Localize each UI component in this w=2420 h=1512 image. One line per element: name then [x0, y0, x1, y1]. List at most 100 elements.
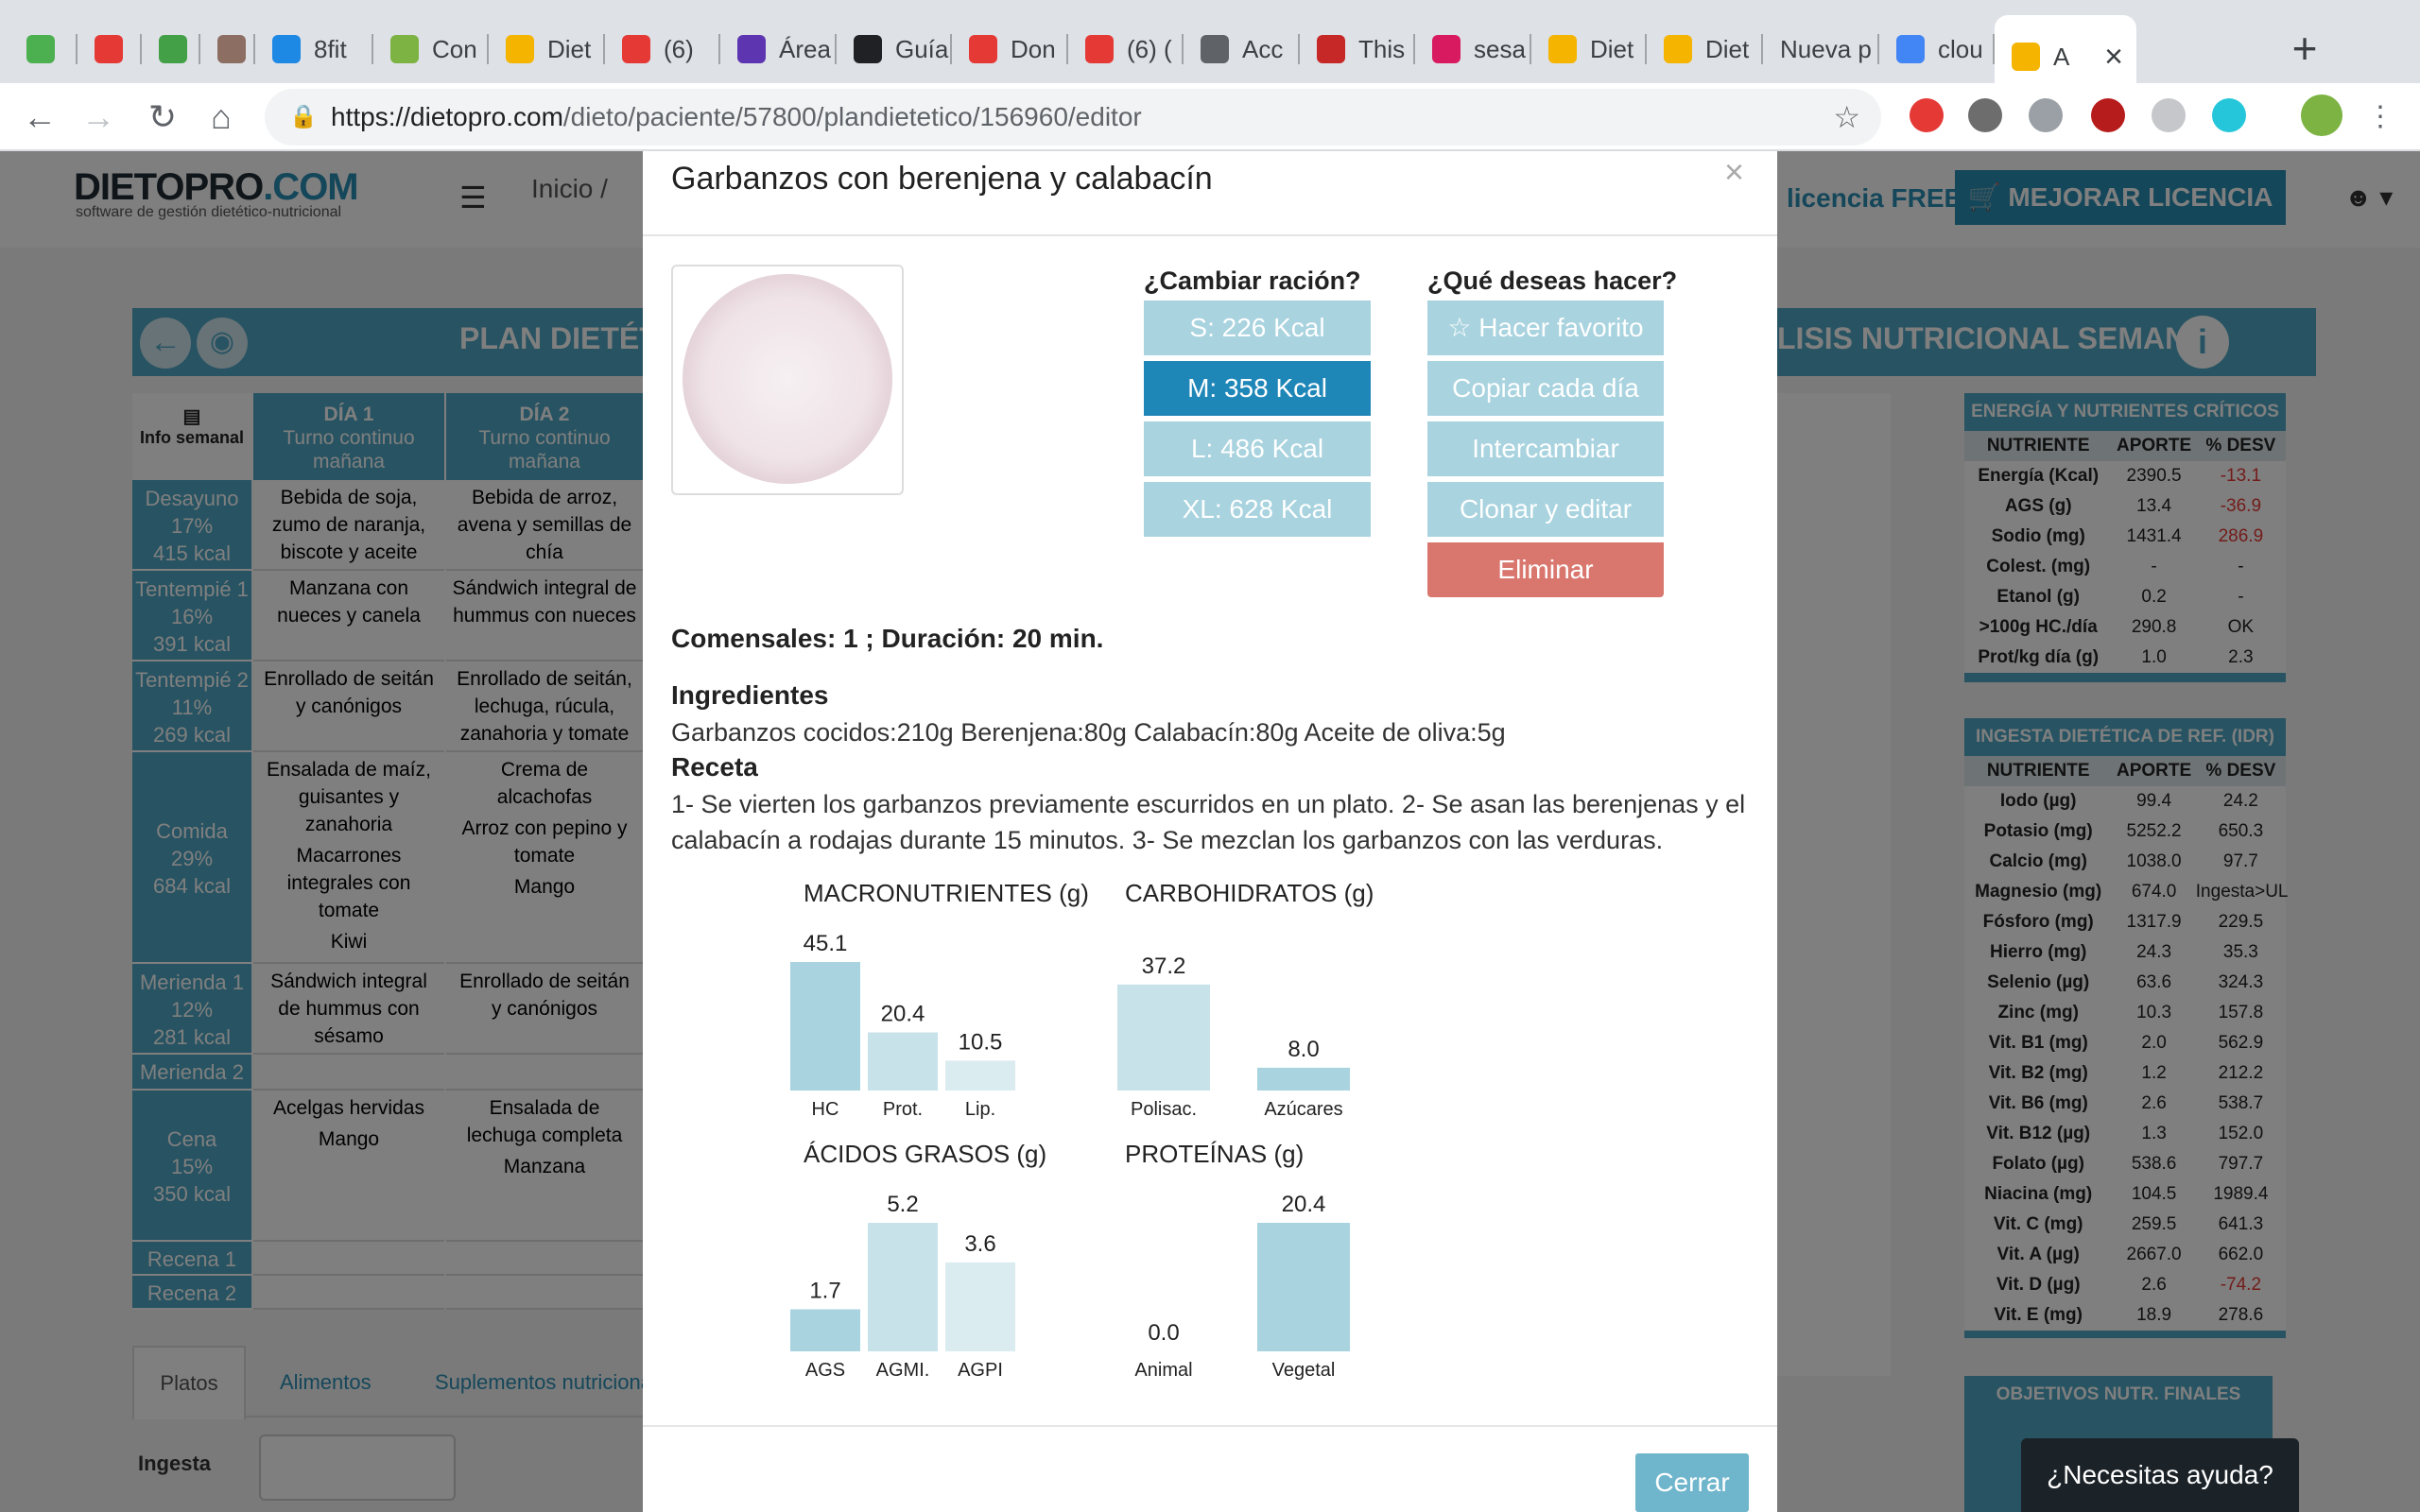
swap-button[interactable]: Intercambiar [1427, 421, 1664, 476]
portion-heading: ¿Cambiar ración? [1144, 266, 1361, 295]
browser-tab[interactable]: Con [373, 17, 489, 81]
star-icon: ☆ [1447, 313, 1479, 342]
extension-icon[interactable] [1910, 98, 1944, 132]
bookmark-star-icon[interactable]: ☆ [1833, 89, 1860, 146]
tab-favicon-icon [1548, 35, 1577, 63]
tab-title: Diet [547, 34, 592, 63]
tab-favicon-icon [622, 35, 650, 63]
browser-tab[interactable]: Área [720, 17, 837, 81]
dish-plate-image [683, 274, 892, 484]
copy-each-day-button[interactable]: Copiar cada día [1427, 361, 1664, 416]
tab-title: (6) [664, 34, 694, 63]
extension-icon[interactable] [2091, 98, 2125, 132]
extension-icon[interactable] [2212, 98, 2246, 132]
browser-tab[interactable] [9, 17, 78, 81]
profile-avatar[interactable] [2301, 94, 2342, 136]
modal-title: Garbanzos con berenjena y calabacín [671, 161, 1213, 197]
browser-tab[interactable]: Don [952, 17, 1068, 81]
delete-button[interactable]: Eliminar [1427, 542, 1664, 597]
tab-title: Con [432, 34, 477, 63]
ingredients-heading: Ingredientes [671, 680, 829, 710]
chart-title: CARBOHIDRATOS (g) [1125, 879, 1374, 907]
tab-favicon-icon [95, 35, 123, 63]
servings-duration: Comensales: 1 ; Duración: 20 min. [671, 624, 1104, 653]
tab-favicon-icon [159, 35, 187, 63]
tab-title: A [2053, 42, 2070, 71]
browser-tab[interactable]: Diet [1647, 17, 1763, 81]
browser-tab[interactable]: Acc [1184, 17, 1300, 81]
close-tab-icon[interactable]: × [2104, 39, 2123, 76]
tab-title: Acc [1242, 34, 1284, 63]
tab-title: sesa [1474, 34, 1526, 63]
browser-tab[interactable]: Nueva p [1763, 17, 1879, 81]
browser-tab[interactable]: (6) [605, 17, 720, 81]
tab-favicon-icon [26, 35, 55, 63]
tab-title: clou [1938, 34, 1983, 63]
tab-favicon-icon [1317, 35, 1345, 63]
tab-title: 8fit [314, 34, 347, 63]
tab-favicon-icon [272, 35, 301, 63]
forward-icon[interactable]: → [76, 94, 121, 140]
extension-icon[interactable] [2152, 98, 2186, 132]
tab-favicon-icon [854, 35, 882, 63]
close-button[interactable]: Cerrar [1635, 1453, 1749, 1512]
recipe-heading: Receta [671, 752, 758, 782]
home-icon[interactable]: ⌂ [199, 94, 244, 140]
recipe-text: 1- Se vierten los garbanzos previamente … [671, 790, 1746, 854]
url-host: https://dietopro.com [331, 102, 563, 131]
browser-tab[interactable]: (6) ( [1068, 17, 1184, 81]
reload-icon[interactable]: ↻ [140, 94, 185, 140]
browser-tab[interactable]: This [1300, 17, 1415, 81]
browser-tab[interactable] [200, 17, 255, 81]
modal-header-divider [643, 234, 1777, 236]
chart-title: ÁCIDOS GRASOS (g) [804, 1140, 1047, 1168]
browser-tab[interactable]: Guía [837, 17, 952, 81]
tab-favicon-icon [1664, 35, 1692, 63]
browser-tab[interactable]: 8fit [255, 17, 373, 81]
extension-icon[interactable] [2029, 98, 2063, 132]
tab-favicon-icon [737, 35, 766, 63]
tab-title: Nueva p [1780, 34, 1872, 63]
tab-title: Diet [1590, 34, 1634, 63]
tab-title: Don [1011, 34, 1056, 63]
tab-title: This [1358, 34, 1406, 63]
tab-favicon-icon [1201, 35, 1229, 63]
tab-favicon-icon [1896, 35, 1925, 63]
tab-favicon-icon [969, 35, 997, 63]
browser-tab[interactable]: Diet [489, 17, 605, 81]
ingredients-list: Garbanzos cocidos:210g Berenjena:80g Cal… [671, 718, 1506, 747]
portion-xl-button[interactable]: XL: 628 Kcal [1144, 482, 1371, 537]
chart-title: PROTEÍNAS (g) [1125, 1140, 1305, 1168]
chart-title: MACRONUTRIENTES (g) [804, 879, 1089, 907]
browser-tab[interactable]: Diet [1531, 17, 1647, 81]
url-path: /dieto/paciente/57800/plandietetico/1569… [562, 102, 1142, 131]
browser-tab[interactable] [142, 17, 200, 81]
extension-icon[interactable] [1968, 98, 2002, 132]
clone-edit-button[interactable]: Clonar y editar [1427, 482, 1664, 537]
lock-icon: 🔒 [289, 104, 318, 129]
browser-tab[interactable] [78, 17, 142, 81]
modal-footer-divider [643, 1425, 1777, 1427]
portion-s-button[interactable]: S: 226 Kcal [1144, 301, 1371, 355]
tab-title: Guía [895, 34, 949, 63]
help-chat-button[interactable]: ¿Necesitas ayuda? [2021, 1438, 2299, 1512]
tab-favicon-icon [2012, 43, 2040, 71]
portion-l-button[interactable]: L: 486 Kcal [1144, 421, 1371, 476]
browser-menu-icon[interactable]: ⋮ [2358, 94, 2403, 140]
address-bar[interactable]: 🔒 https://dietopro.com/dieto/paciente/57… [265, 89, 1881, 146]
tab-title: Área [779, 34, 831, 63]
close-icon[interactable]: × [1724, 153, 1744, 191]
tab-title: Diet [1705, 34, 1750, 63]
actions-heading: ¿Qué deseas hacer? [1427, 266, 1678, 295]
favorite-label: Hacer favorito [1478, 313, 1644, 342]
tab-favicon-icon [217, 35, 246, 63]
tab-title: (6) ( [1127, 34, 1172, 63]
tab-favicon-icon [1085, 35, 1114, 63]
browser-tab[interactable]: clou [1879, 17, 1995, 81]
favorite-button[interactable]: ☆ Hacer favorito [1427, 301, 1664, 355]
back-icon[interactable]: ← [17, 94, 62, 140]
portion-m-button[interactable]: M: 358 Kcal [1144, 361, 1371, 416]
tab-favicon-icon [506, 35, 534, 63]
new-tab-button[interactable]: + [2276, 21, 2333, 77]
browser-tab[interactable]: sesa [1415, 17, 1531, 81]
